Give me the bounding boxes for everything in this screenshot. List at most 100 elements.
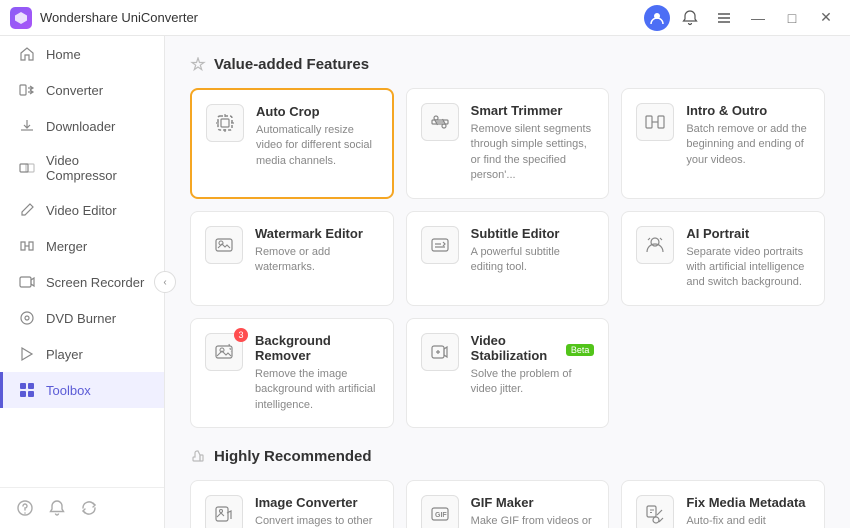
smart-trimmer-title: Smart Trimmer — [471, 103, 595, 118]
window-controls: — □ ✕ — [644, 4, 840, 32]
ai-portrait-icon — [636, 226, 674, 264]
gif-maker-icon: GIF — [421, 495, 459, 528]
value-added-title-text: Value-added Features — [214, 56, 369, 73]
sidebar-item-merger[interactable]: Merger — [0, 228, 164, 264]
image-converter-desc: Convert images to other formats. — [255, 514, 379, 528]
ai-portrait-title: AI Portrait — [686, 226, 810, 241]
feature-card-video-stabilization[interactable]: Video Stabilization Beta Solve the probl… — [406, 318, 610, 428]
image-converter-title: Image Converter — [255, 495, 379, 510]
sync-icon[interactable] — [79, 498, 99, 518]
sidebar: Home Converter Downloader Video Compress… — [0, 36, 165, 528]
bg-remover-badge: 3 — [234, 328, 248, 342]
sidebar-item-video-compressor[interactable]: Video Compressor — [0, 144, 164, 192]
downloader-icon — [18, 117, 36, 135]
smart-trimmer-text: Smart Trimmer Remove silent segments thr… — [471, 103, 595, 184]
beta-badge: Beta — [566, 344, 595, 356]
auto-crop-title: Auto Crop — [256, 104, 378, 119]
feature-card-smart-trimmer[interactable]: Smart Trimmer Remove silent segments thr… — [406, 88, 610, 199]
watermark-editor-desc: Remove or add watermarks. — [255, 245, 379, 276]
sidebar-item-player[interactable]: Player — [0, 336, 164, 372]
notification-icon[interactable] — [676, 4, 704, 32]
feature-card-auto-crop[interactable]: Auto Crop Automatically resize video for… — [190, 88, 394, 199]
title-bar: Wondershare UniConverter — □ ✕ — [0, 0, 850, 36]
maximize-button[interactable]: □ — [778, 4, 806, 32]
sidebar-item-screen-recorder[interactable]: Screen Recorder — [0, 264, 164, 300]
value-added-section-title: Value-added Features — [190, 56, 825, 73]
feature-card-ai-portrait[interactable]: AI Portrait Separate video portraits wit… — [621, 211, 825, 306]
auto-crop-text: Auto Crop Automatically resize video for… — [256, 104, 378, 169]
sidebar-label-downloader: Downloader — [46, 119, 115, 134]
sidebar-item-dvd-burner[interactable]: DVD Burner — [0, 300, 164, 336]
video-stabilization-icon — [421, 333, 459, 371]
subtitle-editor-text: Subtitle Editor A powerful subtitle edit… — [471, 226, 595, 276]
background-remover-title: Background Remover — [255, 333, 379, 363]
intro-outro-text: Intro & Outro Batch remove or add the be… — [686, 103, 810, 168]
fix-media-metadata-desc: Auto-fix and edit metadata of media file… — [686, 514, 810, 528]
feature-card-fix-media-metadata[interactable]: Fix Media Metadata Auto-fix and edit met… — [621, 480, 825, 528]
sidebar-label-player: Player — [46, 347, 83, 362]
feature-card-gif-maker[interactable]: GIF GIF Maker Make GIF from videos or pi… — [406, 480, 610, 528]
sidebar-label-home: Home — [46, 47, 81, 62]
subtitle-editor-title: Subtitle Editor — [471, 226, 595, 241]
image-converter-text: Image Converter Convert images to other … — [255, 495, 379, 528]
smart-trimmer-desc: Remove silent segments through simple se… — [471, 122, 595, 184]
help-icon[interactable] — [15, 498, 35, 518]
sidebar-item-home[interactable]: Home — [0, 36, 164, 72]
main-content: Value-added Features Auto Crop Automatic… — [165, 36, 850, 528]
menu-icon[interactable] — [710, 4, 738, 32]
gif-maker-title: GIF Maker — [471, 495, 595, 510]
feature-card-intro-outro[interactable]: Intro & Outro Batch remove or add the be… — [621, 88, 825, 199]
feature-card-image-converter[interactable]: Image Converter Convert images to other … — [190, 480, 394, 528]
fix-media-metadata-title: Fix Media Metadata — [686, 495, 810, 510]
background-remover-desc: Remove the image background with artific… — [255, 367, 379, 413]
highly-recommended-title-text: Highly Recommended — [214, 448, 372, 465]
watermark-editor-title: Watermark Editor — [255, 226, 379, 241]
converter-icon — [18, 81, 36, 99]
svg-text:GIF: GIF — [435, 512, 447, 519]
sidebar-label-toolbox: Toolbox — [46, 383, 91, 398]
sidebar-collapse-button[interactable]: ‹ — [154, 271, 176, 293]
watermark-editor-text: Watermark Editor Remove or add watermark… — [255, 226, 379, 276]
video-stabilization-title-row: Video Stabilization Beta — [471, 333, 595, 367]
minimize-button[interactable]: — — [744, 4, 772, 32]
sidebar-label-video-editor: Video Editor — [46, 203, 117, 218]
subtitle-editor-icon — [421, 226, 459, 264]
sidebar-label-dvd-burner: DVD Burner — [46, 311, 116, 326]
toolbox-icon — [18, 381, 36, 399]
home-icon — [18, 45, 36, 63]
dvd-icon — [18, 309, 36, 327]
profile-icon[interactable] — [644, 5, 670, 31]
close-button[interactable]: ✕ — [812, 4, 840, 32]
bell-icon[interactable] — [47, 498, 67, 518]
intro-outro-icon — [636, 103, 674, 141]
sidebar-item-video-editor[interactable]: Video Editor — [0, 192, 164, 228]
background-remover-text: Background Remover Remove the image back… — [255, 333, 379, 413]
background-remover-icon: 3 — [205, 333, 243, 371]
sidebar-item-downloader[interactable]: Downloader — [0, 108, 164, 144]
feature-card-subtitle-editor[interactable]: Subtitle Editor A powerful subtitle edit… — [406, 211, 610, 306]
video-stabilization-desc: Solve the problem of video jitter. — [471, 367, 595, 398]
sidebar-bottom — [0, 487, 164, 528]
ai-portrait-text: AI Portrait Separate video portraits wit… — [686, 226, 810, 291]
gif-maker-text: GIF Maker Make GIF from videos or pictur… — [471, 495, 595, 528]
intro-outro-desc: Batch remove or add the beginning and en… — [686, 122, 810, 168]
merge-icon — [18, 237, 36, 255]
feature-card-background-remover[interactable]: 3 Background Remover Remove the image ba… — [190, 318, 394, 428]
smart-trimmer-icon — [421, 103, 459, 141]
app-title: Wondershare UniConverter — [40, 10, 644, 25]
feature-card-watermark-editor[interactable]: Watermark Editor Remove or add watermark… — [190, 211, 394, 306]
fix-media-metadata-icon — [636, 495, 674, 528]
fix-media-metadata-text: Fix Media Metadata Auto-fix and edit met… — [686, 495, 810, 528]
sidebar-item-converter[interactable]: Converter — [0, 72, 164, 108]
sidebar-label-merger: Merger — [46, 239, 87, 254]
sidebar-label-video-compressor: Video Compressor — [46, 153, 149, 183]
auto-crop-desc: Automatically resize video for different… — [256, 123, 378, 169]
section-icon-star — [190, 57, 206, 73]
video-stabilization-title: Video Stabilization — [471, 333, 561, 363]
value-added-features-grid: Auto Crop Automatically resize video for… — [190, 88, 825, 428]
intro-outro-title: Intro & Outro — [686, 103, 810, 118]
section-icon-thumb — [190, 448, 206, 464]
record-icon — [18, 273, 36, 291]
play-icon — [18, 345, 36, 363]
sidebar-item-toolbox[interactable]: Toolbox — [0, 372, 164, 408]
